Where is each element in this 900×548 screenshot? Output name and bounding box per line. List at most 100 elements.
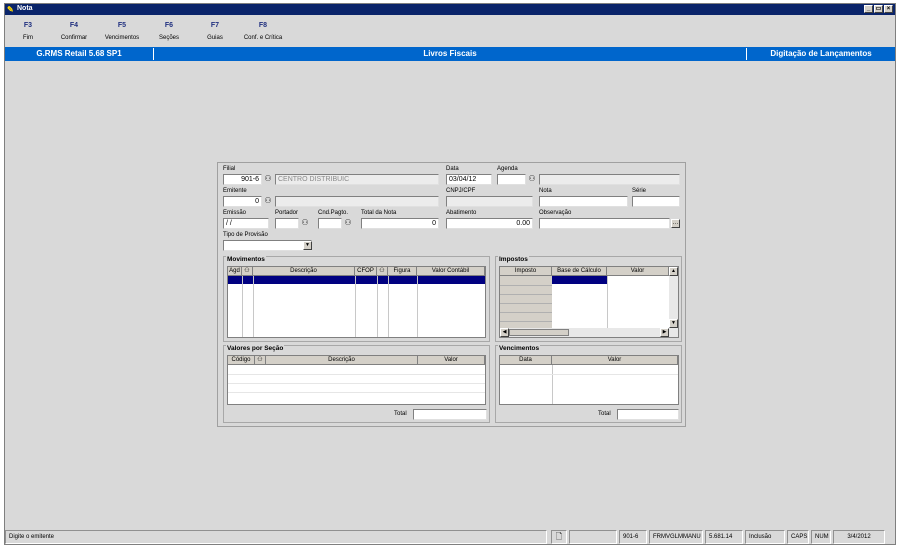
observacao-label: Observação — [539, 210, 572, 216]
cnpj-label: CNPJ/CPF — [446, 188, 476, 194]
binoculars-icon[interactable]: ⚇ — [255, 356, 266, 365]
portador-label: Portador — [275, 210, 299, 216]
app-icon: ✎ — [7, 5, 14, 14]
emissao-label: Emissão — [223, 210, 247, 216]
movimentos-group: Movimentos Agd ⚇ Descrição CFOP ⚇ Figura… — [223, 256, 490, 342]
f8-conf-critica-button[interactable]: F8 Conf. e Crítica — [238, 22, 288, 41]
f6-secoes-button[interactable]: F6 Seções — [155, 22, 183, 41]
vencimentos-total-label: Total — [598, 411, 611, 417]
status-message: Digite o emitente — [5, 530, 547, 544]
binoculars-icon[interactable]: ⚇ — [377, 267, 388, 276]
vencimentos-grid[interactable]: Data Valor — [499, 355, 679, 405]
grid-line — [500, 285, 552, 286]
binoculars-icon[interactable]: ⚇ — [263, 196, 273, 206]
window-title: Nota — [17, 5, 33, 12]
col-valor[interactable]: Valor — [607, 267, 669, 276]
f6-key: F6 — [164, 22, 174, 29]
emitente-name-field — [275, 196, 439, 207]
scroll-down-button[interactable]: ▼ — [669, 319, 678, 328]
col-descricao[interactable]: Descrição — [266, 356, 418, 365]
binoculars-icon[interactable]: ⚇ — [242, 267, 253, 276]
filial-code-field[interactable]: 901-6 — [223, 174, 262, 185]
filial-name-field: CENTRO DISTRIBUIC — [275, 174, 439, 185]
valores-secao-grid[interactable]: Código ⚇ Descrição Valor — [227, 355, 486, 405]
vencimentos-title: Vencimentos — [498, 345, 541, 352]
binoculars-icon[interactable]: ⚇ — [300, 218, 310, 228]
movimentos-grid[interactable]: Agd ⚇ Descrição CFOP ⚇ Figura Valor Cont… — [227, 266, 486, 338]
col-data[interactable]: Data — [500, 356, 552, 365]
grid-line — [607, 276, 608, 328]
serie-field[interactable] — [632, 196, 680, 207]
scroll-left-button[interactable]: ◀ — [500, 328, 509, 337]
status-caps: CAPS — [787, 530, 809, 544]
minimize-button[interactable]: _ — [864, 5, 873, 13]
grid-line — [500, 374, 678, 375]
col-base-calculo[interactable]: Base de Cálculo — [552, 267, 607, 276]
grid-line — [417, 276, 418, 337]
f4-key: F4 — [69, 22, 79, 29]
grid-line — [242, 276, 243, 337]
selected-cell[interactable] — [552, 276, 607, 284]
agenda-field[interactable] — [497, 174, 526, 185]
filial-label: Filial — [223, 166, 236, 172]
data-field[interactable]: 03/04/12 — [446, 174, 492, 185]
cndpagto-field[interactable] — [318, 218, 342, 229]
document-icon[interactable]: 🗋 — [551, 530, 567, 544]
grid-line — [228, 374, 485, 375]
portador-field[interactable] — [275, 218, 299, 229]
scroll-thumb[interactable] — [509, 329, 569, 336]
grid-line — [500, 321, 552, 322]
nota-field[interactable] — [539, 196, 628, 207]
chevron-down-icon[interactable]: ▼ — [303, 241, 312, 250]
col-descricao[interactable]: Descrição — [253, 267, 355, 276]
f4-confirmar-button[interactable]: F4 Confirmar — [57, 22, 91, 41]
observacao-more-button[interactable]: … — [671, 219, 680, 228]
nota-label: Nota — [539, 188, 552, 194]
emissao-field[interactable]: / / — [223, 218, 269, 229]
grid-line — [500, 294, 552, 295]
f6-label: Seções — [158, 35, 179, 41]
close-button[interactable]: × — [884, 5, 893, 13]
restore-button[interactable]: ▭ — [874, 5, 883, 13]
col-agd[interactable]: Agd — [228, 267, 242, 276]
col-codigo[interactable]: Código — [228, 356, 255, 365]
grid-line — [228, 383, 485, 384]
status-bar: Digite o emitente 🗋 901-6 FRMVGLMMANU 5.… — [5, 530, 895, 544]
tipo-provisao-select[interactable] — [223, 240, 312, 251]
col-cfop[interactable]: CFOP — [355, 267, 377, 276]
f7-label: Guias — [207, 35, 223, 41]
col-valor[interactable]: Valor — [418, 356, 485, 365]
col-valor-contabil[interactable]: Valor Contábil — [417, 267, 485, 276]
observacao-field[interactable] — [539, 218, 670, 229]
status-filial: 901-6 — [619, 530, 647, 544]
impostos-title: Impostos — [498, 256, 529, 263]
title-bar: ✎ Nota _ ▭ × — [5, 4, 895, 15]
screen-title: Digitação de Lançamentos — [770, 49, 872, 58]
col-valor[interactable]: Valor — [552, 356, 678, 365]
binoculars-icon[interactable]: ⚇ — [263, 174, 273, 184]
valores-total-field — [413, 409, 487, 420]
impostos-grid[interactable]: Imposto Base de Cálculo Valor ▲ ▼ ◀ ▶ — [499, 266, 679, 338]
vencimentos-total-field — [617, 409, 679, 420]
total-nota-field[interactable]: 0 — [361, 218, 439, 229]
scroll-right-button[interactable]: ▶ — [660, 328, 669, 337]
f7-guias-button[interactable]: F7 Guias — [203, 22, 227, 41]
emitente-field[interactable]: 0 — [223, 196, 262, 207]
f5-vencimentos-button[interactable]: F5 Vencimentos — [102, 22, 142, 41]
abatimento-field[interactable]: 0.00 — [446, 218, 533, 229]
app-version-label: G.RMS Retail 5.68 SP1 — [36, 49, 122, 58]
scroll-up-button[interactable]: ▲ — [669, 267, 678, 276]
selected-row[interactable] — [228, 276, 485, 284]
f3-fim-button[interactable]: F3 Fim — [17, 22, 39, 41]
col-imposto[interactable]: Imposto — [500, 267, 552, 276]
header-bar: G.RMS Retail 5.68 SP1 Livros Fiscais Dig… — [5, 47, 895, 61]
grid-line — [552, 365, 553, 404]
cndpagto-label: Cnd.Pagto. — [318, 210, 349, 216]
status-blank — [569, 530, 617, 544]
movimentos-title: Movimentos — [226, 256, 266, 263]
total-nota-label: Total da Nota — [361, 210, 397, 216]
binoculars-icon[interactable]: ⚇ — [527, 174, 537, 184]
status-mode: Inclusão — [745, 530, 785, 544]
binoculars-icon[interactable]: ⚇ — [343, 218, 353, 228]
col-figura[interactable]: Figura — [388, 267, 417, 276]
